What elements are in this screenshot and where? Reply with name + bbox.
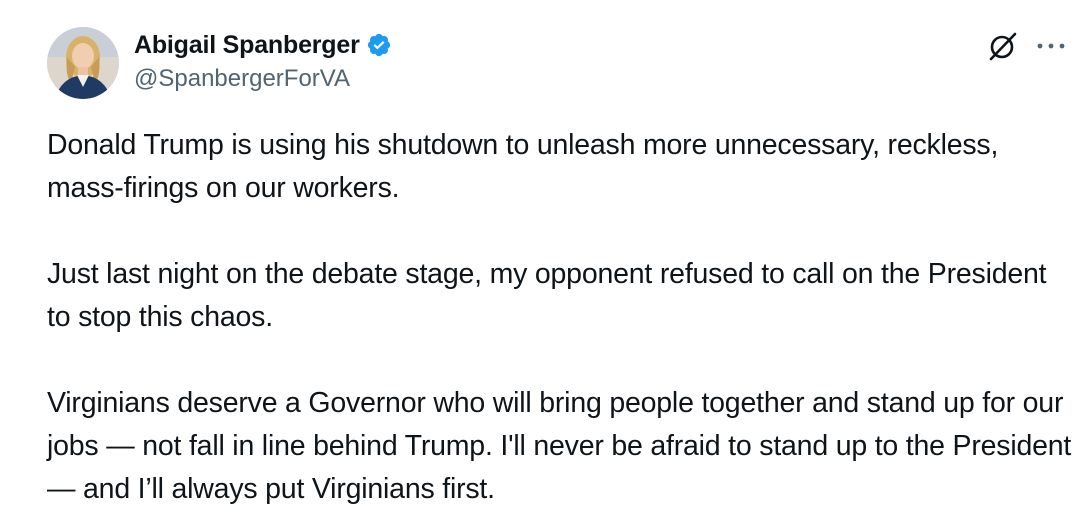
avatar[interactable] bbox=[47, 27, 119, 99]
tweet-text: Donald Trump is using his shutdown to un… bbox=[47, 124, 1072, 511]
tweet-paragraph: Virginians deserve a Governor who will b… bbox=[47, 387, 1072, 505]
more-icon[interactable] bbox=[1034, 34, 1068, 58]
handle[interactable]: @SpanbergerForVA bbox=[134, 65, 392, 93]
verified-badge-icon[interactable] bbox=[366, 32, 392, 58]
grok-icon[interactable] bbox=[985, 28, 1021, 64]
display-name[interactable]: Abigail Spanberger bbox=[134, 31, 360, 60]
name-row: Abigail Spanberger bbox=[134, 27, 392, 63]
tweet-paragraph: Just last night on the debate stage, my … bbox=[47, 258, 1047, 333]
tweet-card: Abigail Spanberger @SpanbergerForVA Dona… bbox=[0, 0, 1078, 530]
author-info: Abigail Spanberger @SpanbergerForVA bbox=[134, 27, 392, 93]
tweet-paragraph: Donald Trump is using his shutdown to un… bbox=[47, 129, 999, 204]
